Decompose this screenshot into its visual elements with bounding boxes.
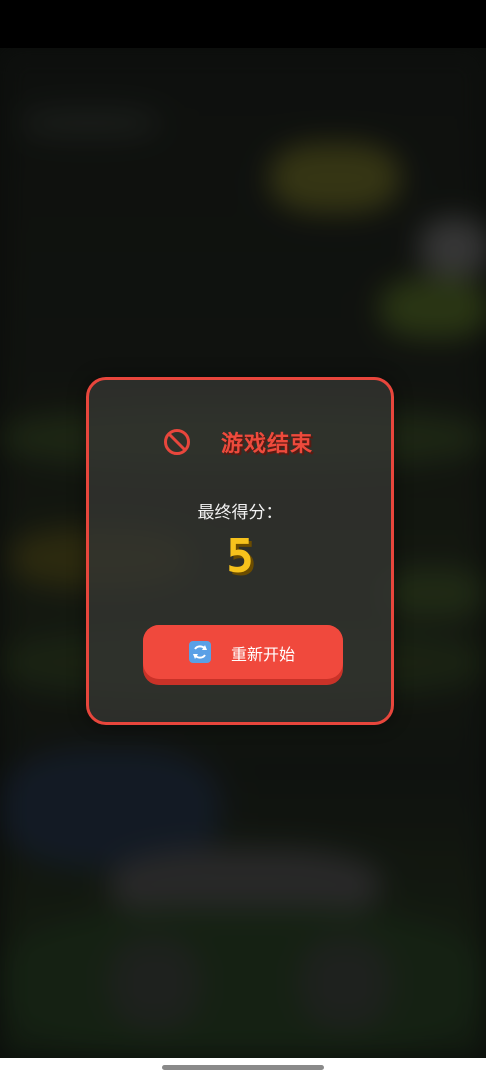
final-score-label: 最终得分： <box>197 503 283 523</box>
dialog-header: 游戏结束 <box>89 424 391 460</box>
final-score-value: 5 <box>226 529 254 583</box>
ban-icon <box>163 428 191 456</box>
navigation-bar <box>0 1058 486 1080</box>
refresh-icon <box>189 641 211 663</box>
restart-button[interactable]: 重新开始 <box>143 625 343 685</box>
status-bar <box>0 0 486 48</box>
restart-button-face: 重新开始 <box>143 625 343 679</box>
game-over-dialog: 游戏结束 最终得分： 5 重新开始 <box>86 377 394 725</box>
game-screen: 游戏结束 最终得分： 5 重新开始 <box>0 0 486 1080</box>
home-indicator[interactable] <box>162 1065 324 1070</box>
dialog-title: 游戏结束 <box>221 432 314 457</box>
restart-button-label: 重新开始 <box>231 647 296 664</box>
